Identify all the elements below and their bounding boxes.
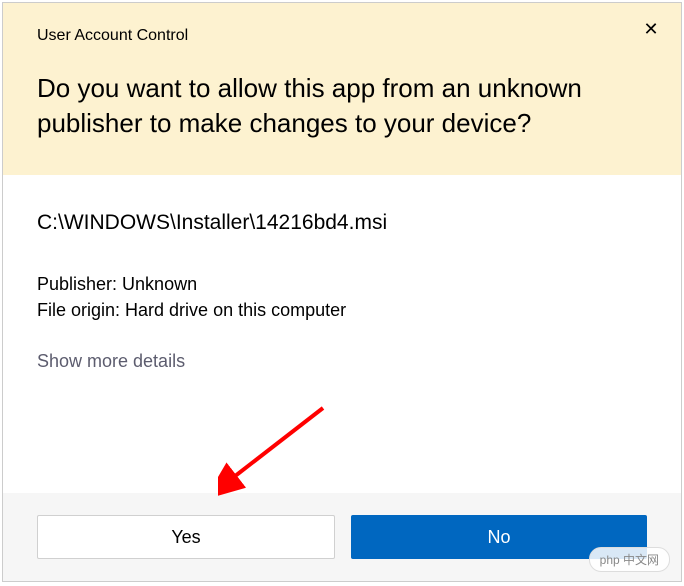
dialog-body: C:\WINDOWS\Installer\14216bd4.msi Publis… bbox=[3, 175, 681, 493]
publisher-line: Publisher: Unknown bbox=[37, 271, 647, 297]
origin-line: File origin: Hard drive on this computer bbox=[37, 297, 647, 323]
yes-button[interactable]: Yes bbox=[37, 515, 335, 559]
dialog-header: ✕ User Account Control Do you want to al… bbox=[3, 3, 681, 175]
close-icon: ✕ bbox=[643, 19, 658, 40]
watermark: php 中文网 bbox=[589, 547, 670, 572]
file-path: C:\WINDOWS\Installer\14216bd4.msi bbox=[37, 211, 647, 235]
close-button[interactable]: ✕ bbox=[639, 17, 663, 41]
dialog-title: User Account Control bbox=[37, 27, 647, 45]
details-block: Publisher: Unknown File origin: Hard dri… bbox=[37, 271, 647, 323]
dialog-footer: Yes No bbox=[3, 493, 681, 581]
dialog-question: Do you want to allow this app from an un… bbox=[37, 71, 647, 141]
uac-dialog: ✕ User Account Control Do you want to al… bbox=[2, 2, 682, 582]
show-more-details-link[interactable]: Show more details bbox=[37, 351, 185, 372]
watermark-text: php 中文网 bbox=[600, 551, 659, 568]
